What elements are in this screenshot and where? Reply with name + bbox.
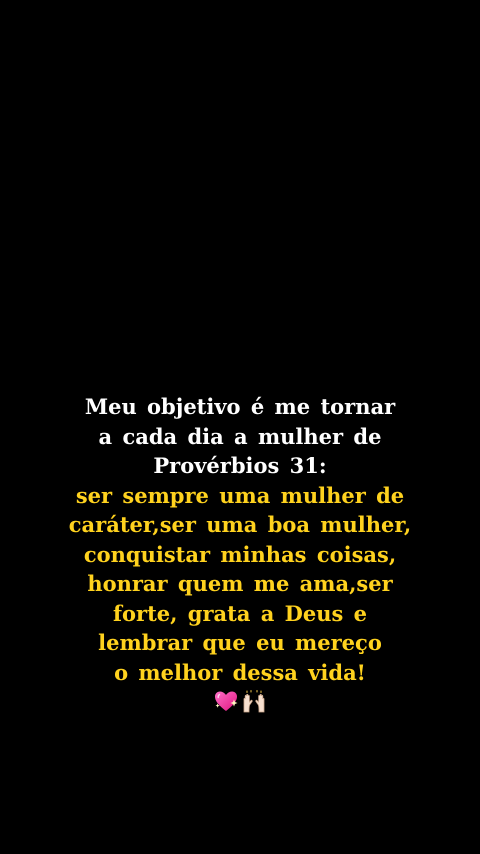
caption-line-8: forte, grata a Deus e [112,600,367,626]
caption-line-7: honrar quem me ama,ser [87,571,393,596]
caption-line-10: o melhor dessa vida! [114,659,366,685]
story-screen: Meu objetivo é me tornar a cada dia a mu… [0,0,480,854]
caption-line-2: a cada dia a mulher de [98,423,382,449]
caption-line-3: Provérbios 31: [153,453,327,478]
caption-line-6: conquistar minhas coisas, [83,541,397,567]
caption-line-5: caráter,ser uma boa mulher, [68,512,412,537]
raising-hands-icon [243,690,265,713]
caption-line-9: lembrar que eu mereço [98,630,382,655]
sparkling-heart-icon [215,691,238,711]
caption-line-1: Meu objetivo é me tornar [84,394,396,419]
emoji-row [0,688,480,714]
caption-line-4: ser sempre uma mulher de [75,482,405,508]
proverbs-31-caption: Meu objetivo é me tornar a cada dia a mu… [0,392,480,714]
